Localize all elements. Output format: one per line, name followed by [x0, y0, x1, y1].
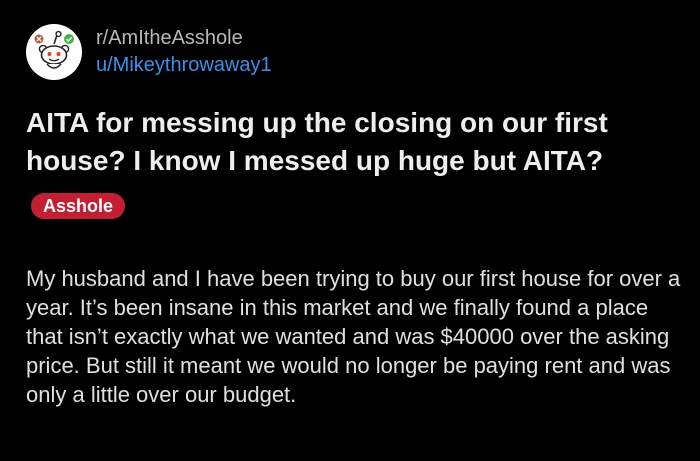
- post-flair-badge[interactable]: Asshole: [31, 193, 126, 219]
- post-header: r/AmItheAsshole u/Mikeythrowaway1: [26, 24, 272, 80]
- subreddit-avatar[interactable]: [26, 24, 82, 80]
- subreddit-name[interactable]: r/AmItheAsshole: [96, 26, 272, 50]
- post-body: My husband and I have been trying to buy…: [26, 266, 681, 407]
- author-link[interactable]: u/Mikeythrowaway1: [96, 52, 272, 78]
- post-meta: r/AmItheAsshole u/Mikeythrowaway1: [96, 26, 272, 78]
- reddit-snoo-icon: [34, 30, 74, 69]
- post-title: AITA for messing up the closing on our f…: [26, 107, 608, 176]
